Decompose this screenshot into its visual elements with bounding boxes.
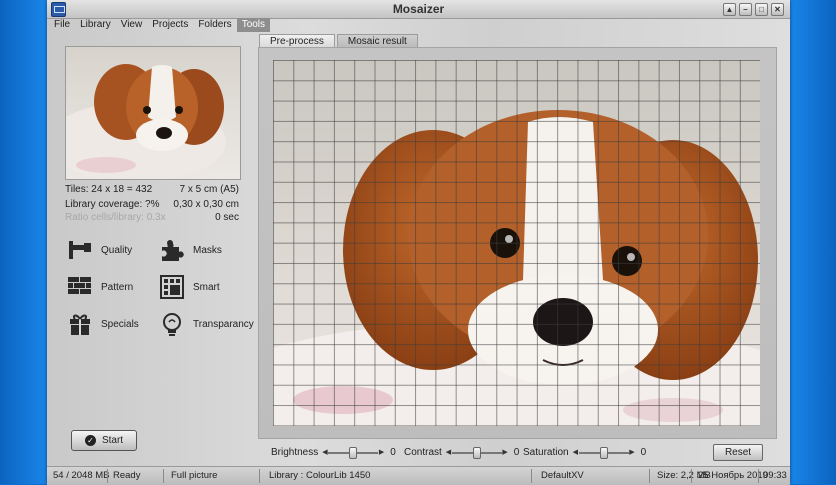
tab-mosaic-result[interactable]: Mosaic result: [336, 34, 418, 48]
puzzle-icon: [159, 237, 185, 263]
start-button[interactable]: ✓ Start: [71, 430, 137, 451]
brightness-label: Brightness: [271, 447, 319, 458]
arrow-right-icon[interactable]: ▶: [379, 448, 384, 458]
menu-folders[interactable]: Folders: [193, 18, 236, 32]
bulb-icon: [159, 311, 185, 337]
status-divider: [531, 469, 532, 483]
menu-library[interactable]: Library: [75, 18, 116, 32]
tool-transparancy-label: Transparancy: [193, 318, 254, 330]
preview-panel: [258, 47, 777, 439]
contrast-value: 0: [513, 447, 520, 458]
tiles-count: Tiles: 24 x 18 = 432: [65, 184, 153, 195]
arrow-left-icon[interactable]: ◀: [573, 448, 578, 458]
view-tabs: Pre-process Mosaic result: [259, 34, 418, 48]
elapsed-time: 0 sec: [215, 212, 239, 223]
status-divider: [649, 469, 650, 483]
reset-button[interactable]: Reset: [713, 444, 763, 461]
saturation-value: 0: [640, 447, 647, 458]
preview-canvas[interactable]: [273, 60, 760, 426]
arrow-left-icon[interactable]: ◀: [446, 448, 451, 458]
tool-quality[interactable]: Quality: [67, 237, 132, 263]
status-divider: [691, 469, 692, 483]
menu-view[interactable]: View: [116, 18, 148, 32]
ratio-cells-library: Ratio cells/library: 0.3x: [65, 212, 166, 223]
slider-thumb[interactable]: [349, 446, 358, 459]
brightness-control: Brightness ◀ ▶ 0: [271, 446, 396, 459]
arrow-right-icon[interactable]: ▶: [502, 448, 507, 458]
status-divider: [259, 469, 260, 483]
status-preset: DefaultXV: [541, 470, 584, 481]
print-size: 7 x 5 cm (A5): [179, 184, 239, 195]
menu-bar: File Library View Projects Folders Tools: [47, 18, 790, 32]
close-button[interactable]: ✕: [771, 3, 784, 16]
status-mode: Full picture: [171, 470, 218, 481]
desktop-background-right: [790, 0, 836, 484]
contrast-control: Contrast ◀ ▶ 0: [404, 446, 520, 459]
tool-specials[interactable]: Specials: [67, 311, 139, 337]
info-tiles-row: Tiles: 24 x 18 = 432 7 x 5 cm (A5): [65, 184, 239, 195]
status-divider: [107, 469, 108, 483]
arrow-right-icon[interactable]: ▶: [629, 448, 634, 458]
arrow-left-icon[interactable]: ◀: [322, 448, 327, 458]
tool-pattern[interactable]: Pattern: [67, 274, 133, 300]
tool-specials-label: Specials: [101, 318, 139, 330]
puppy-thumbnail-image: [66, 47, 240, 179]
saturation-control: Saturation ◀ ▶ 0: [523, 446, 647, 459]
brick-icon: [67, 274, 93, 300]
window-title: Mosaizer: [392, 2, 445, 16]
tile-size: 0,30 x 0,30 cm: [173, 199, 239, 210]
maximize-button[interactable]: □: [755, 3, 768, 16]
info-coverage-row: Library coverage: ?% 0,30 x 0,30 cm: [65, 199, 239, 210]
minimize-button[interactable]: –: [739, 3, 752, 16]
app-window: Mosaizer ▲ – □ ✕ File Library View Proje…: [47, 0, 790, 485]
slider-thumb[interactable]: [599, 446, 608, 459]
library-coverage: Library coverage: ?%: [65, 199, 160, 210]
tool-masks-label: Masks: [193, 244, 222, 256]
help-button[interactable]: ▲: [723, 3, 736, 16]
saturation-slider[interactable]: ◀ ▶: [573, 446, 635, 459]
menu-file[interactable]: File: [49, 18, 75, 32]
title-bar[interactable]: Mosaizer ▲ – □ ✕: [47, 0, 790, 19]
tool-pattern-label: Pattern: [101, 281, 134, 293]
contrast-label: Contrast: [404, 447, 442, 458]
grid-icon: [159, 274, 185, 300]
tool-smart-label: Smart: [193, 281, 220, 293]
tool-quality-label: Quality: [101, 244, 133, 256]
info-ratio-row: Ratio cells/library: 0.3x 0 sec: [65, 212, 239, 223]
menu-tools[interactable]: Tools: [236, 18, 271, 32]
status-divider: [163, 469, 164, 483]
brightness-slider[interactable]: ◀ ▶: [322, 446, 384, 459]
tool-smart[interactable]: Smart: [159, 274, 220, 300]
source-thumbnail[interactable]: [65, 46, 241, 180]
start-button-label: Start: [101, 435, 124, 446]
menu-projects[interactable]: Projects: [147, 18, 193, 32]
tile-grid-overlay: [273, 60, 760, 426]
tool-transparancy[interactable]: Transparancy: [159, 311, 254, 337]
tool-masks[interactable]: Masks: [159, 237, 222, 263]
status-memory: 54 / 2048 MB: [53, 470, 110, 481]
status-divider: [758, 469, 759, 483]
quality-icon: [67, 237, 93, 263]
tab-pre-process[interactable]: Pre-process: [259, 34, 335, 48]
check-icon: ✓: [84, 435, 96, 446]
status-bar: 54 / 2048 MB Ready Full picture Library …: [47, 466, 790, 485]
slider-thumb[interactable]: [472, 446, 481, 459]
brightness-value: 0: [390, 447, 396, 458]
desktop-background-left: [0, 0, 47, 484]
saturation-label: Saturation: [523, 447, 569, 458]
status-library: Library : ColourLib 1450: [269, 470, 371, 481]
contrast-slider[interactable]: ◀ ▶: [446, 446, 508, 459]
gift-icon: [67, 311, 93, 337]
status-time: 09:33: [763, 470, 787, 481]
status-state: Ready: [113, 470, 141, 481]
